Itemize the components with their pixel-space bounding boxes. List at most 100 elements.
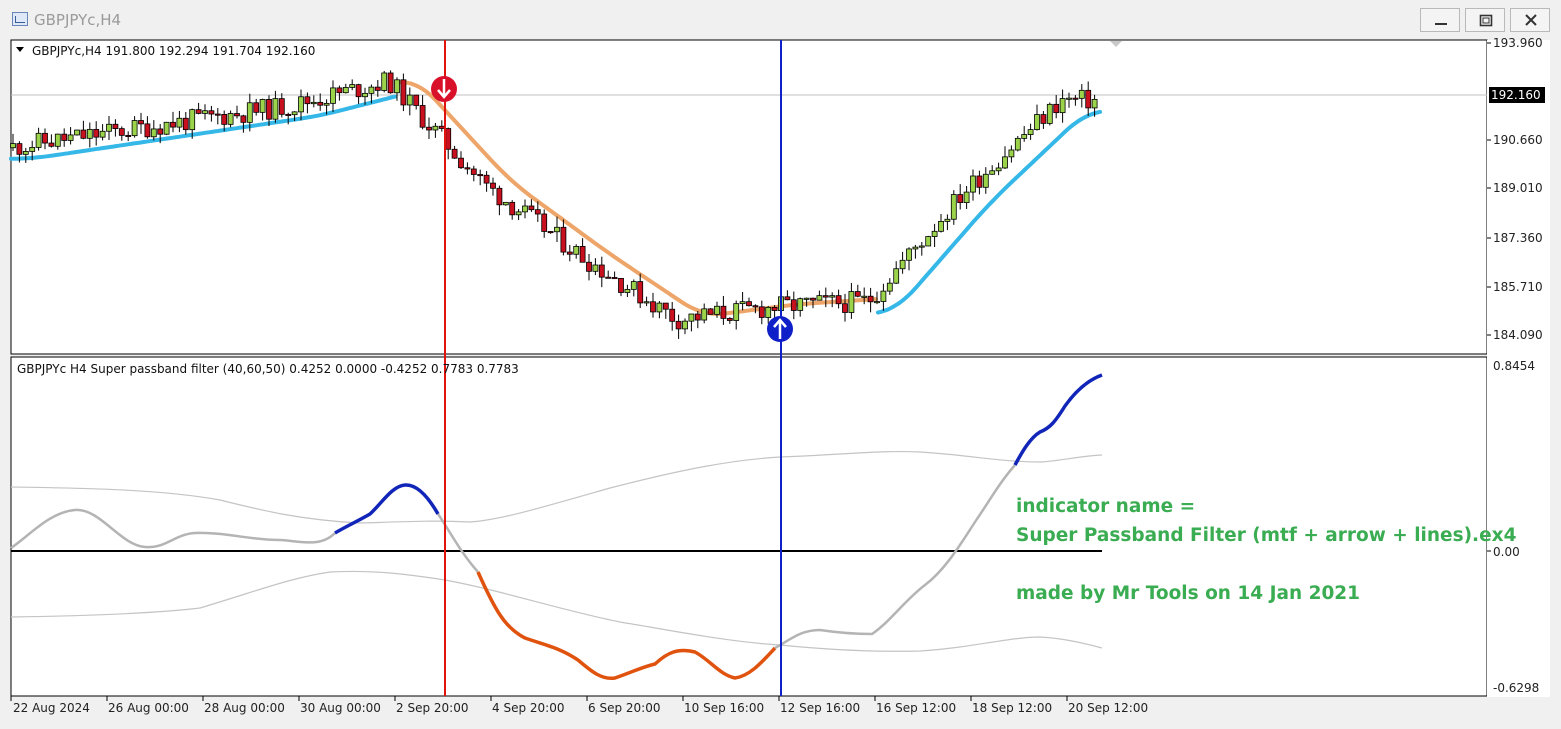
candle-body <box>451 148 458 159</box>
candle-body <box>790 299 797 311</box>
candle-body <box>874 301 880 304</box>
indicator-tick: 0.00 <box>1493 545 1520 559</box>
candle-body <box>118 128 125 136</box>
candle-body <box>144 123 151 138</box>
candle-body <box>317 101 324 106</box>
candle-body <box>272 98 279 120</box>
candle-body <box>138 120 144 125</box>
candle-body <box>515 211 522 216</box>
candle-body <box>848 291 855 313</box>
candle-body <box>195 109 202 114</box>
candle-body <box>202 110 208 114</box>
candle-body <box>522 205 528 213</box>
candle-body <box>1008 149 1015 158</box>
candle-body <box>477 174 484 177</box>
candle-body <box>534 209 541 215</box>
candle-body <box>106 123 112 132</box>
candle-body <box>394 79 400 94</box>
time-tick: 30 Aug 00:00 <box>300 701 381 715</box>
candle-body <box>931 230 938 237</box>
candle-body <box>714 305 720 315</box>
time-tick: 2 Sep 20:00 <box>396 701 468 715</box>
time-tick: 16 Sep 12:00 <box>876 701 956 715</box>
price-tick: 185.710 <box>1493 280 1543 294</box>
candle-body <box>464 167 471 170</box>
candle-body <box>67 134 74 141</box>
candle-body <box>746 301 752 307</box>
candle-body <box>509 201 516 216</box>
candle-body <box>1014 137 1021 151</box>
candle-body <box>1046 103 1053 124</box>
candle-body <box>650 301 656 313</box>
note-line-1: indicator name = <box>1016 496 1195 517</box>
candle-body <box>739 301 746 305</box>
candle-body <box>784 296 791 301</box>
candle-body <box>810 297 816 301</box>
candle-body <box>829 295 836 298</box>
candle-body <box>406 94 413 106</box>
time-tick: 6 Sep 20:00 <box>588 701 660 715</box>
candle-body <box>656 302 663 313</box>
candle-body <box>886 282 893 292</box>
candle-body <box>592 264 599 272</box>
candle-body <box>99 130 106 138</box>
candle-body <box>1002 156 1008 169</box>
note-line-2: Super Passband Filter (mtf + arrow + lin… <box>1016 525 1517 546</box>
time-tick: 12 Sep 16:00 <box>780 701 860 715</box>
candle-body <box>835 295 842 305</box>
candle-body <box>765 306 772 318</box>
candle-body <box>182 117 189 131</box>
candle-body <box>1027 129 1034 135</box>
candle-body <box>10 143 16 149</box>
candle-body <box>214 113 221 116</box>
candle-body <box>227 113 234 125</box>
candle-body <box>918 245 925 248</box>
candle-body <box>707 308 714 315</box>
candle-body <box>630 281 637 290</box>
down-arrow-icon <box>431 76 457 102</box>
candle-body <box>963 191 970 204</box>
candle-body <box>387 72 394 94</box>
candle-body <box>458 157 464 169</box>
time-tick: 18 Sep 12:00 <box>972 701 1052 715</box>
candle-body <box>419 105 426 128</box>
candle-body <box>682 320 688 330</box>
candle-body <box>1091 98 1098 109</box>
candle-body <box>605 276 612 279</box>
candle-body <box>502 201 509 206</box>
price-tick: 190.660 <box>1493 133 1543 147</box>
candle-body <box>413 94 420 106</box>
chart-area[interactable]: GBPJPYc,H4 191.800 192.294 191.704 192.1… <box>0 0 1561 729</box>
candle-body <box>93 128 100 138</box>
candle-body <box>586 261 592 272</box>
price-panel[interactable] <box>10 39 1488 355</box>
candle-body <box>893 268 900 284</box>
note-line-3: made by Mr Tools on 14 Jan 2021 <box>1016 583 1360 604</box>
candle-body <box>438 125 445 129</box>
candle-body <box>925 236 932 247</box>
candle-body <box>1059 98 1066 114</box>
candle-body <box>298 96 304 113</box>
candle-body <box>688 313 695 322</box>
candle-body <box>982 173 989 188</box>
candle-body <box>938 220 944 232</box>
candle-body <box>426 126 432 131</box>
candle-body <box>445 128 452 150</box>
candle-body <box>662 302 669 310</box>
candle-body <box>1072 97 1079 100</box>
candle-body <box>1040 114 1047 124</box>
candle-body <box>362 92 368 98</box>
candle-body <box>490 182 496 189</box>
price-tick: 187.360 <box>1493 231 1543 245</box>
candle-body <box>726 318 733 321</box>
candle-body <box>950 194 957 220</box>
up-arrow-icon <box>767 316 793 342</box>
indicator-tick: -0.6298 <box>1493 681 1539 695</box>
candle <box>707 308 714 315</box>
candle-body <box>291 111 298 116</box>
candle-body <box>1053 103 1060 114</box>
candle-body <box>1034 114 1040 131</box>
candle-body <box>221 114 228 125</box>
candle-body <box>899 259 906 270</box>
candle <box>163 121 170 136</box>
